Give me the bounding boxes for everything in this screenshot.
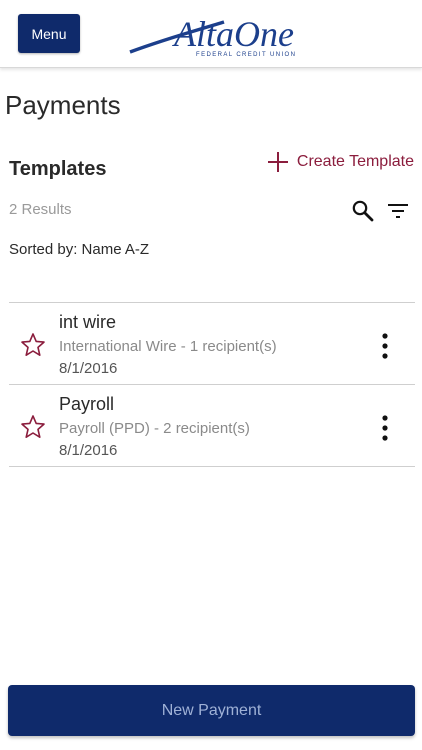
template-date: 8/1/2016 [59, 360, 118, 377]
template-date: 8/1/2016 [59, 442, 118, 459]
template-description: International Wire - 1 recipient(s) [59, 338, 277, 355]
template-description: Payroll (PPD) - 2 recipient(s) [59, 420, 250, 437]
results-count: 2 Results [9, 201, 72, 218]
altaone-logo: AltaOne FEDERAL CREDIT UNION [129, 14, 296, 58]
filter-icon[interactable] [386, 199, 410, 223]
template-row[interactable]: int wire International Wire - 1 recipien… [9, 303, 415, 385]
template-row[interactable]: Payroll Payroll (PPD) - 2 recipient(s) 8… [9, 385, 415, 467]
star-outline-icon[interactable] [20, 414, 46, 440]
create-template-label: Create Template [296, 153, 414, 170]
template-name: int wire [59, 312, 117, 332]
more-vertical-icon[interactable] [373, 333, 397, 359]
sort-label: Sorted by: Name A-Z [9, 241, 150, 258]
svg-text:FEDERAL CREDIT UNION: FEDERAL CREDIT UNION [196, 52, 296, 58]
template-name: Payroll [59, 394, 115, 414]
plus-icon [267, 152, 288, 172]
section-title: Templates [9, 158, 107, 180]
app-header: Menu AltaOne FEDERAL CREDIT UNION [0, 0, 422, 68]
more-vertical-icon[interactable] [373, 415, 397, 441]
page-title: Payments [5, 90, 121, 120]
search-icon[interactable] [351, 199, 375, 223]
new-payment-button[interactable]: New Payment [8, 685, 415, 736]
create-template-button[interactable]: Create Template [267, 148, 414, 176]
star-outline-icon[interactable] [20, 332, 46, 358]
svg-text:AltaOne: AltaOne [172, 14, 294, 54]
menu-button[interactable]: Menu [18, 14, 80, 53]
template-list: int wire International Wire - 1 recipien… [9, 302, 415, 467]
